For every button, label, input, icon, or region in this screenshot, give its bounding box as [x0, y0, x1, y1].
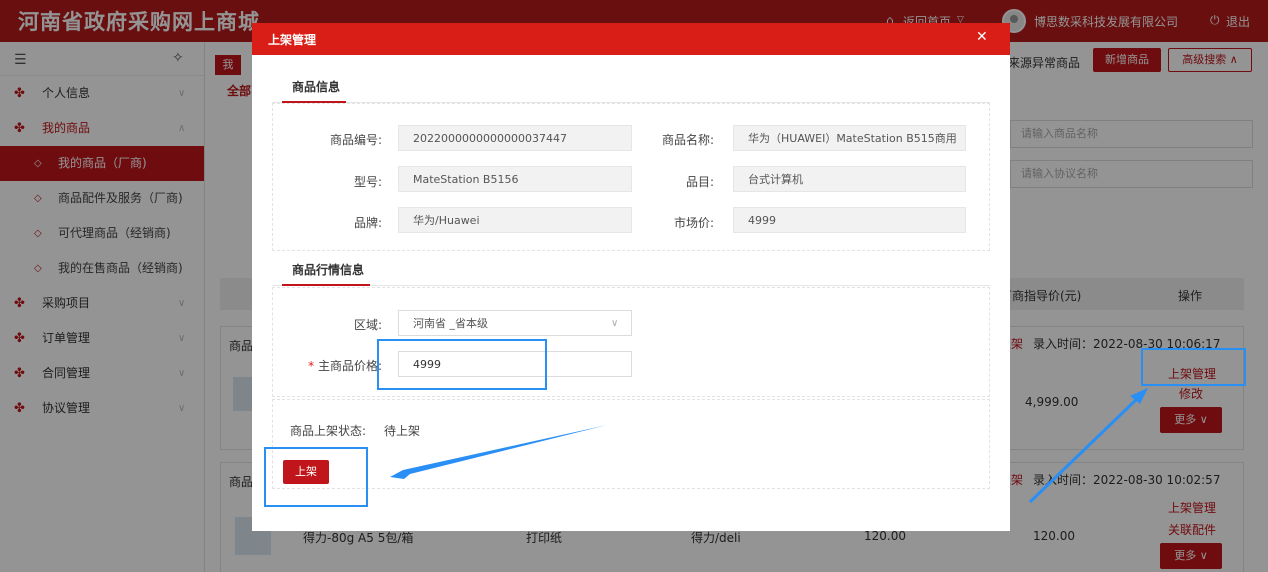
annotation-arrow-left	[390, 425, 607, 479]
annotation-arrows	[390, 388, 1148, 504]
annotation-arrow-diagonal	[1028, 394, 1142, 504]
